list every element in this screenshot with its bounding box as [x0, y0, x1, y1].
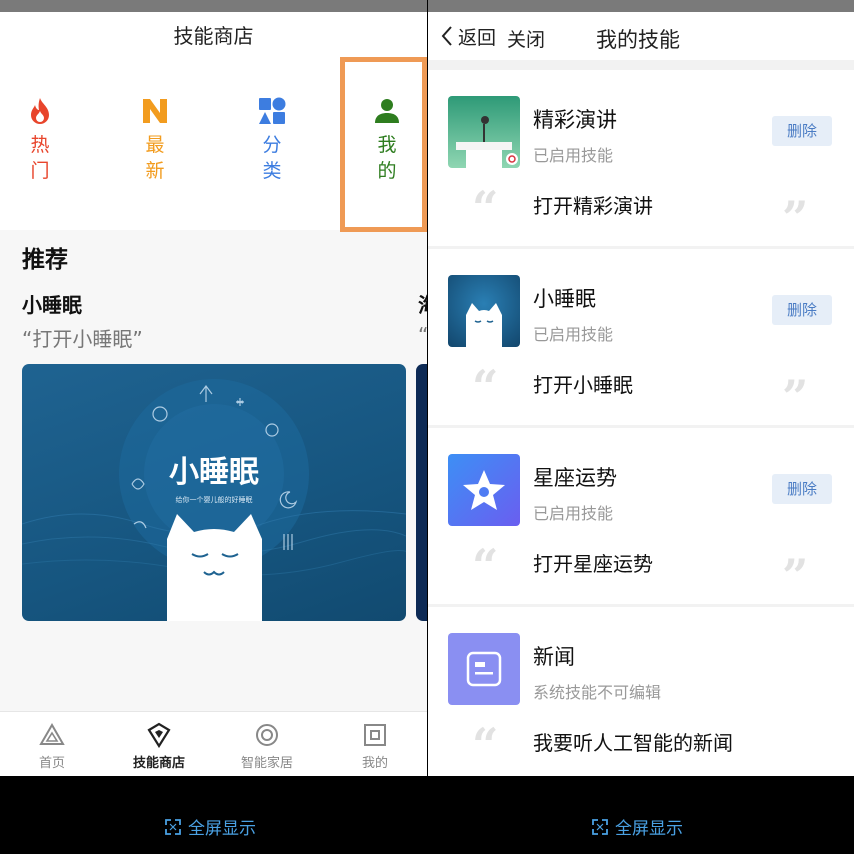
tab-smart-home-label: 智能家居 [240, 756, 293, 771]
sleeping-cat-illustration: 小睡眠 给你一个婴儿般的好睡眠 [22, 379, 406, 621]
next-skill-banner[interactable] [416, 364, 427, 621]
tab-mine[interactable]: 我的 [325, 722, 425, 771]
category-grid-icon [259, 97, 286, 124]
page-title: 技能商店 [0, 12, 427, 58]
open-quote-icon: “ [472, 360, 499, 414]
my-skills-screen: 返回 关闭 我的技能 精彩演讲 已启用技能 删除 “ 打开精彩演讲 ” 小睡眠 … [428, 0, 854, 776]
skill-icon[interactable] [448, 96, 520, 168]
fullscreen-label: 全屏显示 [188, 819, 256, 839]
skill-status: 已启用技能 [533, 146, 614, 165]
recommend-heading: 推荐 [22, 247, 68, 273]
profile-square-icon [364, 724, 386, 746]
next-skill-command: “ [418, 323, 427, 347]
skill-command: 我要听人工智能的新闻 [533, 731, 733, 755]
home-triangle-icon [39, 723, 65, 745]
fullscreen-button-left[interactable]: 全屏显示 [164, 814, 256, 839]
flame-icon [31, 98, 49, 124]
skill-card: 新闻 系统技能不可编辑 “ 我要听人工智能的新闻 [428, 607, 854, 776]
podium-icon [456, 116, 518, 168]
open-quote-icon: “ [472, 718, 499, 772]
news-icon [466, 651, 502, 687]
smart-home-icon [256, 724, 278, 746]
delete-button[interactable]: 删除 [772, 474, 832, 504]
status-bar [428, 0, 854, 12]
header-bar: 返回 关闭 我的技能 [428, 12, 854, 60]
skill-status: 已启用技能 [533, 504, 614, 523]
delete-button[interactable]: 删除 [772, 116, 832, 146]
skill-card: 星座运势 已启用技能 删除 “ 打开星座运势 ” [428, 428, 854, 604]
tab-smart-home[interactable]: 智能家居 [217, 722, 317, 771]
delete-button[interactable]: 删除 [772, 295, 832, 325]
open-quote-icon: “ [472, 539, 499, 593]
close-quote-icon: ” [782, 370, 809, 424]
featured-skill-name[interactable]: 小睡眠 [22, 289, 82, 318]
skill-icon[interactable] [448, 454, 520, 526]
skill-command: 打开精彩演讲 [533, 194, 653, 218]
close-quote-icon: ” [782, 549, 809, 603]
bottom-tab-bar: 首页 技能商店 智能家居 我的 [0, 711, 427, 776]
skill-card: 精彩演讲 已启用技能 删除 “ 打开精彩演讲 ” [428, 70, 854, 246]
category-classify[interactable]: 分类 [252, 96, 292, 184]
back-label: 返回 [458, 26, 497, 49]
category-new[interactable]: 最新 [135, 96, 175, 184]
skill-command: 打开小睡眠 [533, 373, 633, 397]
category-hot[interactable]: 热门 [20, 96, 60, 184]
category-new-label: 最新 [145, 134, 165, 182]
tab-skill-store-label: 技能商店 [132, 756, 185, 771]
tab-home[interactable]: 首页 [2, 722, 102, 771]
tab-skill-store[interactable]: 技能商店 [109, 722, 209, 771]
category-classify-label: 分类 [262, 134, 282, 182]
skill-name: 新闻 [533, 645, 575, 669]
skill-card: 小睡眠 已启用技能 删除 “ 打开小睡眠 ” [428, 249, 854, 425]
skill-store-screen: 技能商店 热门 最新 分类 我的 推荐 小睡眠 “打开小睡眠” 小睡眠 给你一个… [0, 0, 427, 776]
skill-name: 星座运势 [533, 466, 617, 490]
skill-icon[interactable] [448, 275, 520, 347]
featured-banner[interactable]: 小睡眠 给你一个婴儿般的好睡眠 [22, 364, 406, 621]
sleeping-cat-icon [466, 303, 502, 347]
skill-store-icon [147, 722, 171, 748]
chevron-left-icon [441, 26, 452, 46]
close-quote-icon: ” [782, 191, 809, 245]
skill-command: 打开星座运势 [533, 552, 653, 576]
highlight-frame [340, 57, 427, 232]
banner-title: 小睡眠 [169, 455, 259, 490]
skill-status: 已启用技能 [533, 325, 614, 344]
skill-name: 精彩演讲 [533, 108, 617, 132]
n-letter-icon [143, 99, 167, 123]
fullscreen-icon [592, 818, 608, 835]
open-quote-icon: “ [472, 181, 499, 235]
next-skill-name[interactable]: 海 [418, 289, 427, 318]
skill-status: 系统技能不可编辑 [533, 683, 662, 702]
fullscreen-bar: 全屏显示 全屏显示 [0, 776, 854, 854]
fullscreen-icon [165, 818, 181, 835]
skill-icon[interactable] [448, 633, 520, 705]
page-title: 我的技能 [596, 28, 680, 52]
featured-skill-command: “打开小睡眠” [22, 327, 143, 351]
star-icon [463, 470, 505, 510]
banner-subtitle: 给你一个婴儿般的好睡眠 [176, 495, 253, 504]
tab-mine-label: 我的 [361, 756, 388, 771]
status-bar [0, 0, 427, 12]
fullscreen-label: 全屏显示 [615, 819, 683, 839]
category-hot-label: 热门 [30, 134, 50, 182]
close-button[interactable]: 关闭 [507, 25, 545, 52]
tab-home-label: 首页 [38, 756, 65, 771]
back-button[interactable]: 返回 [440, 22, 496, 50]
fullscreen-button-right[interactable]: 全屏显示 [591, 814, 683, 839]
skill-name: 小睡眠 [533, 287, 596, 311]
